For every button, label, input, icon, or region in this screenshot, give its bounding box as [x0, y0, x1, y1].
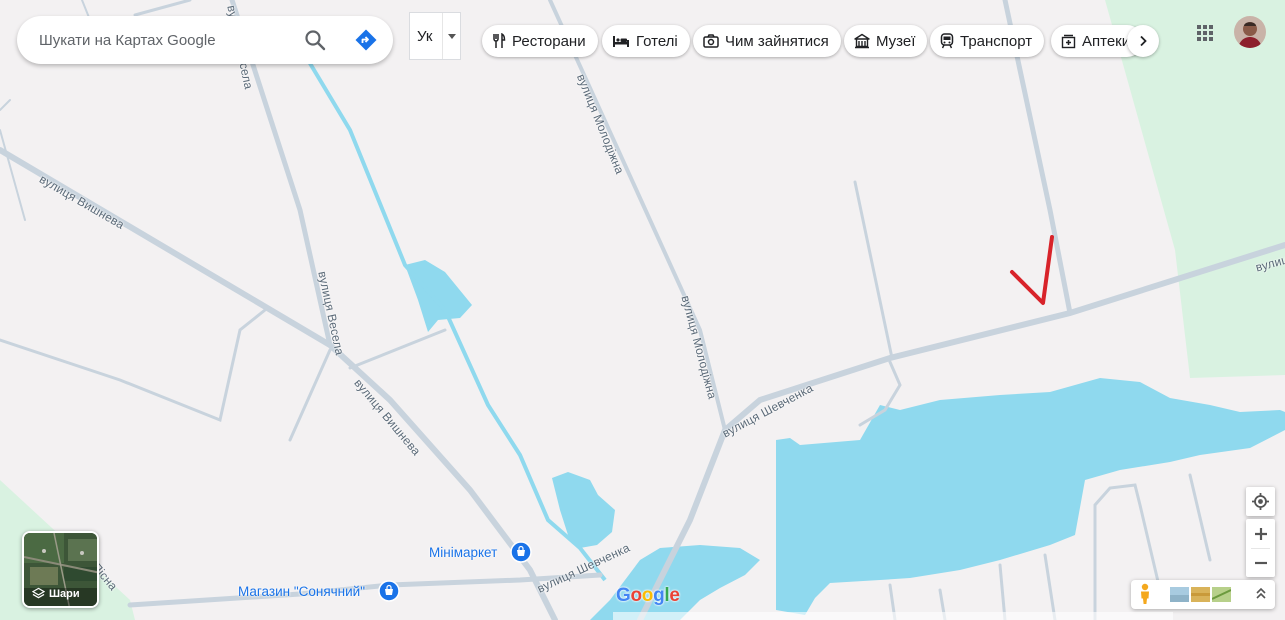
chip-museums[interactable]: Музеї	[844, 25, 928, 57]
map-canvas[interactable]	[0, 0, 1285, 620]
my-location-button[interactable]	[1246, 487, 1275, 516]
plus-icon	[1254, 527, 1267, 540]
zoom-controls	[1246, 519, 1275, 577]
avatar[interactable]	[1234, 16, 1266, 48]
layers-label: Шари	[49, 587, 80, 600]
shopping-bag-icon[interactable]	[510, 541, 532, 563]
layers-label-wrap: Шари	[32, 587, 80, 600]
apps-button[interactable]	[1193, 21, 1217, 45]
search-icon	[305, 30, 326, 51]
profile-avatar-icon	[1234, 16, 1266, 48]
google-logo: Google	[616, 585, 680, 607]
chip-label: Транспорт	[960, 32, 1033, 50]
attribution-bar	[613, 612, 1173, 620]
chips-next-button[interactable]	[1127, 25, 1159, 57]
zoom-in-button[interactable]	[1246, 519, 1275, 548]
location-target-icon	[1252, 493, 1269, 510]
chip-restaurants[interactable]: Ресторани	[482, 25, 598, 57]
chip-hotels[interactable]: Готелі	[602, 25, 690, 57]
chip-label: Аптеки	[1082, 32, 1131, 50]
chip-label: Готелі	[636, 32, 678, 50]
chevron-right-icon	[1140, 35, 1147, 47]
zoom-out-button[interactable]	[1246, 548, 1275, 577]
chip-label: Чим зайнятися	[725, 32, 829, 50]
chip-label: Музеї	[876, 32, 916, 50]
chevron-down-icon[interactable]	[448, 34, 456, 39]
map-tools-tray	[1131, 580, 1275, 609]
terrain-layer-thumbnail[interactable]	[1170, 587, 1189, 602]
layers-icon	[32, 587, 45, 599]
google-logo-text: Google	[616, 585, 680, 606]
train-icon	[940, 33, 954, 49]
language-selector[interactable]: Ук	[409, 12, 461, 60]
chip-label: Ресторани	[512, 32, 586, 50]
directions-button[interactable]	[350, 24, 382, 56]
museum-icon	[854, 33, 870, 49]
bike-layer-thumbnail[interactable]	[1212, 587, 1231, 602]
shopping-bag-icon[interactable]	[378, 580, 400, 602]
pegman-icon[interactable]	[1137, 583, 1153, 605]
chip-transport[interactable]: Транспорт	[930, 25, 1045, 57]
chip-things-to-do[interactable]: Чим зайнятися	[693, 25, 841, 57]
search-input[interactable]	[39, 16, 299, 64]
apps-grid-icon	[1197, 25, 1213, 41]
traffic-layer-thumbnail[interactable]	[1191, 587, 1210, 602]
layers-button[interactable]: Шари	[22, 531, 99, 608]
hotel-icon	[613, 36, 629, 47]
language-divider	[442, 13, 443, 59]
directions-icon	[355, 29, 377, 51]
minus-icon	[1254, 561, 1267, 564]
poi-label-minimarket[interactable]: Мінімаркет	[429, 545, 497, 560]
search-box	[17, 16, 393, 64]
pharmacy-icon	[1061, 34, 1076, 48]
search-button[interactable]	[299, 24, 331, 56]
poi-label-sonyachnyi[interactable]: Магазин "Сонячний"	[238, 584, 365, 599]
chevron-up-icon[interactable]	[1255, 587, 1267, 601]
restaurant-icon	[493, 33, 506, 48]
camera-icon	[703, 34, 719, 48]
language-label: Ук	[417, 28, 433, 45]
